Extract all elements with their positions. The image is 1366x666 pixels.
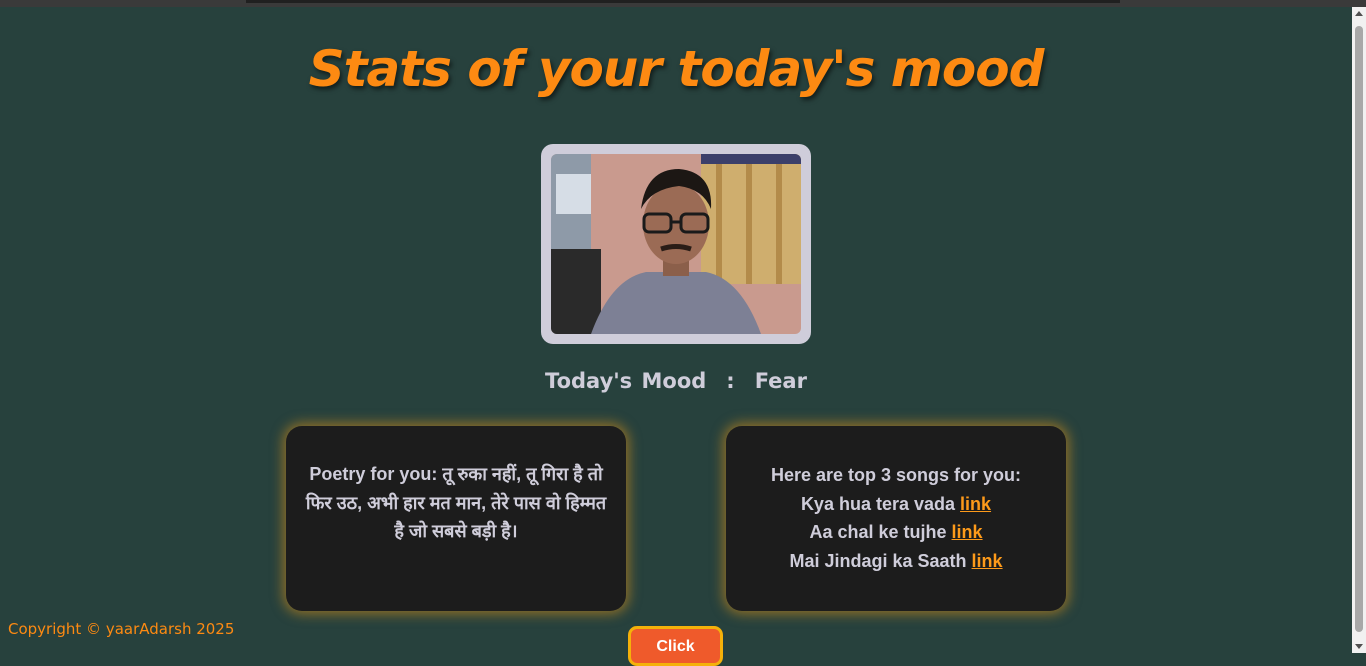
- mood-separator: :: [726, 369, 735, 393]
- copyright-footer: Copyright © yaarAdarsh 2025: [8, 620, 235, 638]
- song-title: Aa chal ke tujhe: [809, 522, 947, 542]
- song-item: Mai Jindagi ka Saath link: [736, 547, 1056, 576]
- song-link[interactable]: link: [960, 494, 991, 514]
- song-title: Mai Jindagi ka Saath: [789, 550, 967, 571]
- scroll-thumb[interactable]: [1355, 26, 1363, 632]
- song-title: Kya hua tera vada: [800, 493, 956, 514]
- song-item: Aa chal ke tujhe link: [736, 518, 1056, 547]
- browser-tab-edge: [246, 0, 1120, 3]
- webcam-photo: [551, 154, 801, 334]
- mood-value: Fear: [754, 369, 807, 393]
- songs-heading: Here are top 3 songs for you:: [770, 465, 1022, 485]
- scroll-down-arrow-icon[interactable]: [1355, 644, 1363, 649]
- scroll-up-arrow-icon[interactable]: [1355, 11, 1363, 16]
- mood-label: Today's Mood: [545, 369, 707, 393]
- song-link[interactable]: link: [972, 551, 1003, 571]
- song-item: Kya hua tera vada link: [736, 490, 1056, 519]
- mood-summary: Today's Mood: Fear: [0, 369, 1352, 393]
- poetry-card: Poetry for you: तू रुका नहीं, तू गिरा है…: [286, 426, 626, 611]
- photo-frame: [541, 144, 811, 344]
- page-title: Stats of your today's mood: [308, 40, 1045, 98]
- poetry-text: Poetry for you: तू रुका नहीं, तू गिरा है…: [305, 464, 607, 541]
- click-button[interactable]: Click: [628, 626, 723, 666]
- song-link[interactable]: link: [952, 522, 983, 542]
- songs-card: Here are top 3 songs for you: Kya hua te…: [726, 426, 1066, 611]
- browser-top-strip: [0, 0, 1366, 7]
- page-scrollbar[interactable]: [1352, 7, 1366, 653]
